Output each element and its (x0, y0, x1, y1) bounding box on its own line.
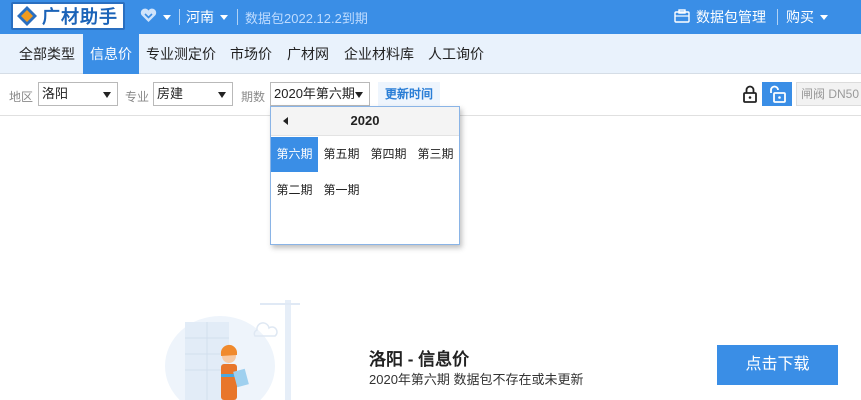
period-picker-year: 2020 (350, 113, 380, 128)
chevron-down-icon (103, 92, 111, 98)
construction-illustration (165, 286, 325, 400)
tab-market-price[interactable]: 市场价 (223, 34, 279, 74)
tab-label: 广材网 (287, 46, 329, 62)
tab-label: 市场价 (230, 46, 272, 62)
category-tabs: 全部类型 信息价 专业测定价 市场价 广材网 企业材料库 人工询价 (0, 34, 861, 74)
tab-all-types[interactable]: 全部类型 (12, 34, 82, 74)
specialty-select[interactable]: 房建 (153, 82, 233, 106)
chevron-down-icon (820, 14, 828, 20)
divider (777, 9, 778, 25)
region-value: 洛阳 (42, 86, 69, 101)
tab-manual-inquiry[interactable]: 人工询价 (421, 34, 491, 74)
tab-guangcai-net[interactable]: 广材网 (280, 34, 336, 74)
tab-professional-price[interactable]: 专业测定价 (140, 34, 222, 74)
unlock-icon[interactable] (762, 82, 792, 106)
tab-enterprise-library[interactable]: 企业材料库 (337, 34, 421, 74)
search-value: 闸阀 DN50 (801, 87, 860, 101)
period-option[interactable]: 第四期 (365, 137, 412, 172)
divider (179, 9, 180, 25)
period-option[interactable]: 第二期 (271, 173, 318, 208)
favorite-dropdown[interactable] (140, 0, 171, 34)
specialty-label: 专业 (125, 90, 150, 104)
chevron-down-icon (218, 92, 226, 98)
search-input[interactable]: 闸阀 DN50 (796, 82, 861, 106)
region-select[interactable]: 洛阳 (38, 82, 118, 106)
logo-mark-icon (15, 5, 39, 27)
package-manage-button[interactable]: 数据包管理 (674, 0, 766, 34)
specialty-value: 房建 (157, 86, 184, 101)
download-button[interactable]: 点击下载 (717, 345, 838, 385)
expire-notice: 数据包2022.12.2到期 (245, 0, 368, 34)
region-label: 地区 (9, 90, 34, 104)
update-time-button[interactable]: 更新时间 (378, 82, 441, 106)
period-label: 期数 (241, 90, 266, 104)
period-option[interactable]: 第三期 (412, 137, 459, 172)
tab-label: 人工询价 (428, 46, 484, 62)
lock-icon[interactable] (739, 82, 761, 106)
chevron-down-icon (163, 14, 171, 20)
briefcase-icon (674, 8, 690, 26)
expire-text: 数据包2022.12.2到期 (245, 10, 368, 26)
buy-menu[interactable]: 购买 (786, 0, 828, 34)
period-value: 2020年第六期 (274, 86, 355, 101)
period-picker-dropdown: 2020 第六期 第五期 第四期 第三期 第二期 第一期 (270, 106, 460, 245)
province-select[interactable]: 河南 (186, 0, 228, 34)
period-select[interactable]: 2020年第六期 (270, 82, 370, 106)
divider (237, 9, 238, 25)
period-option[interactable]: 第一期 (318, 173, 365, 208)
period-picker-header: 2020 (271, 107, 459, 136)
period-option[interactable]: 第五期 (318, 137, 365, 172)
chevron-down-icon (355, 92, 363, 98)
app-name: 广材助手 (42, 7, 118, 28)
heart-icon (140, 8, 157, 26)
tab-label: 信息价 (90, 46, 132, 62)
tab-label: 企业材料库 (344, 46, 414, 62)
title-bar: 广材助手 河南 数据包2022.12.2到期 数据包管理 购买 (0, 0, 861, 34)
app-logo: 广材助手 (11, 2, 125, 30)
empty-state-title: 洛阳 - 信息价 (369, 350, 470, 369)
chevron-down-icon (220, 14, 228, 20)
tab-label: 全部类型 (19, 46, 75, 62)
package-manage-label: 数据包管理 (696, 9, 766, 25)
tab-info-price[interactable]: 信息价 (83, 34, 139, 74)
province-label: 河南 (186, 9, 214, 25)
empty-state-subtitle: 2020年第六期 数据包不存在或未更新 (369, 372, 584, 387)
buy-label: 购买 (786, 9, 814, 25)
tab-label: 专业测定价 (146, 46, 216, 62)
period-option[interactable]: 第六期 (271, 137, 318, 172)
